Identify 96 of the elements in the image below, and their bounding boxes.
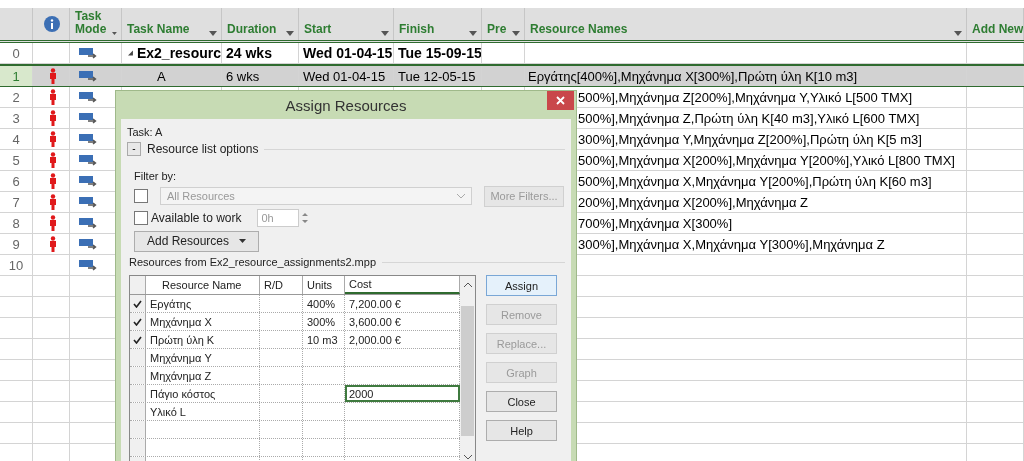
- task-mode-icon: [79, 217, 98, 229]
- resource-name[interactable]: Μηχάνημα X: [146, 313, 260, 330]
- table-cell: 10 m3: [303, 331, 345, 348]
- cost-edit-field[interactable]: 2000: [345, 385, 460, 402]
- resource-name[interactable]: Μηχάνημα Y: [146, 349, 260, 366]
- filter-checkbox[interactable]: [134, 189, 148, 203]
- scrollbar[interactable]: [460, 276, 475, 461]
- row-selector[interactable]: [130, 313, 146, 330]
- row-number: 9: [12, 236, 20, 252]
- column-header[interactable]: Units: [303, 276, 345, 294]
- row-number: 10: [8, 257, 24, 273]
- resource-name[interactable]: Εργάτης: [146, 295, 260, 312]
- resource-name[interactable]: Μηχάνημα Z: [146, 367, 260, 384]
- task-mode-icon: [79, 133, 98, 145]
- dropdown-caret-icon[interactable]: [112, 31, 117, 36]
- dropdown-caret-icon[interactable]: [209, 31, 217, 36]
- row-number: 1: [12, 68, 20, 84]
- person-icon: [49, 68, 57, 84]
- resource-names: 200%],Μηχάνημα X[200%],Μηχάνημα Z: [578, 194, 808, 210]
- resource-names: 500%],Μηχάνημα X[200%],Μηχάνημα Y[200%],Υλικό L[800 TMX]: [578, 152, 955, 168]
- person-icon: [49, 110, 57, 126]
- available-checkbox[interactable]: [134, 211, 148, 225]
- row-number: 7: [12, 194, 20, 210]
- task-row[interactable]: 0 Ex2_resourc 24 wks Wed 01-04-15 Tue 15-09-15: [0, 43, 1024, 64]
- duration: 24 wks: [226, 45, 272, 61]
- resource-names: 500%],Μηχάνημα X,Μηχάνημα Y[200%],Πρώτη ύλη K[60 m3]: [578, 173, 932, 189]
- task-mode-icon: [79, 70, 98, 82]
- task-label: Task: A: [127, 126, 163, 138]
- person-icon: [49, 131, 57, 147]
- close-icon[interactable]: [556, 96, 565, 105]
- section-label: Resource list options: [147, 142, 259, 156]
- task-mode-icon: [79, 259, 98, 271]
- resource-names: 500%],Μηχάνημα Z,Πρώτη ύλη K[40 m3],Υλικό L[600 TMX]: [578, 110, 920, 126]
- dialog-button[interactable]: Assign: [486, 275, 557, 296]
- available-label: Available to work: [151, 211, 242, 225]
- task-mode-icon: [79, 238, 98, 250]
- finish-date: Tue 15-09-15: [398, 45, 481, 61]
- start-date: Wed 01-04-15: [303, 45, 393, 61]
- caret-icon[interactable]: [239, 239, 246, 243]
- row-selector[interactable]: [130, 295, 146, 312]
- row-number: 3: [12, 110, 20, 126]
- table-cell: 400%: [303, 295, 345, 312]
- task-mode-icon: [79, 196, 98, 208]
- person-icon: [49, 173, 57, 189]
- task-mode-icon: [79, 91, 98, 103]
- resource-name[interactable]: Πάγιο κόστος: [146, 385, 260, 402]
- person-icon: [49, 215, 57, 231]
- dropdown-caret-icon[interactable]: [469, 31, 477, 36]
- scroll-down-icon[interactable]: [463, 455, 472, 460]
- close-button[interactable]: [547, 91, 574, 110]
- person-icon: [49, 236, 57, 252]
- dropdown-caret-icon[interactable]: [512, 31, 520, 36]
- dropdown-caret-icon[interactable]: [286, 31, 294, 36]
- filter-label: Filter by:: [134, 170, 177, 182]
- dialog-button[interactable]: Help: [486, 420, 557, 441]
- resource-names: 300%],Μηχάνημα X,Μηχάνημα Y[300%],Μηχάνημα Z: [578, 236, 885, 252]
- add-resources-button[interactable]: Add Resources: [134, 230, 259, 252]
- dropdown-caret-icon[interactable]: [954, 31, 962, 36]
- scrollbar-thumb[interactable]: [461, 306, 474, 436]
- finish-date: Tue 12-05-15: [398, 68, 476, 84]
- spin-arrows-icon[interactable]: [301, 212, 308, 224]
- table-cell: 300%: [303, 313, 345, 330]
- resource-names: Εργάτης[400%],Μηχάνημα X[300%],Πρώτη ύλη K[10 m3]: [528, 68, 858, 84]
- resource-names: 700%],Μηχάνημα X[300%]: [578, 215, 732, 231]
- row-number: 6: [12, 173, 20, 189]
- scroll-up-icon[interactable]: [463, 282, 472, 287]
- person-icon: [49, 194, 57, 210]
- duration: 6 wks: [226, 68, 260, 84]
- task-name: A: [157, 68, 166, 84]
- dropdown-caret-icon[interactable]: [381, 31, 389, 36]
- person-icon: [49, 152, 57, 168]
- resource-names: 500%],Μηχάνημα Z[200%],Μηχάνημα Y,Υλικό L[500 TMX]: [578, 89, 913, 105]
- task-mode-icon: [79, 47, 98, 59]
- row-number: 4: [12, 131, 20, 147]
- row-selector[interactable]: [130, 331, 146, 348]
- row-number: 5: [12, 152, 20, 168]
- column-header[interactable]: R/D: [260, 276, 303, 294]
- task-mode-icon: [79, 175, 98, 187]
- section-label: Resources from Ex2_resource_assignments2.mpp: [129, 256, 376, 268]
- resource-names: 300%],Μηχάνημα Y,Μηχάνημα Z[200%],Πρώτη ύλη K[5 m3]: [578, 131, 922, 147]
- dialog-button[interactable]: Close: [486, 391, 557, 412]
- info-icon: [43, 16, 60, 32]
- column-header[interactable]: Resource Name: [146, 276, 260, 294]
- row-number: 8: [12, 215, 20, 231]
- row-number: 2: [12, 89, 20, 105]
- person-icon: [49, 89, 57, 105]
- task-row[interactable]: 1 A 6 wks Wed 01-04-15 Tue 12-05-15 Εργάτης[400%],Μηχάνημα X[300%],Πρώτη ύλη K[10 m3]: [0, 64, 1024, 87]
- task-mode-icon: [79, 112, 98, 124]
- collapse-icon[interactable]: [128, 50, 133, 56]
- resource-name[interactable]: Υλικό L: [146, 403, 260, 420]
- resource-name[interactable]: Πρώτη ύλη K: [146, 331, 260, 348]
- collapse-toggle[interactable]: -: [127, 142, 141, 156]
- task-name: Ex2_resourc: [136, 45, 221, 61]
- task-mode-icon: [79, 154, 98, 166]
- start-date: Wed 01-04-15: [303, 68, 386, 84]
- row-number: 0: [12, 45, 20, 61]
